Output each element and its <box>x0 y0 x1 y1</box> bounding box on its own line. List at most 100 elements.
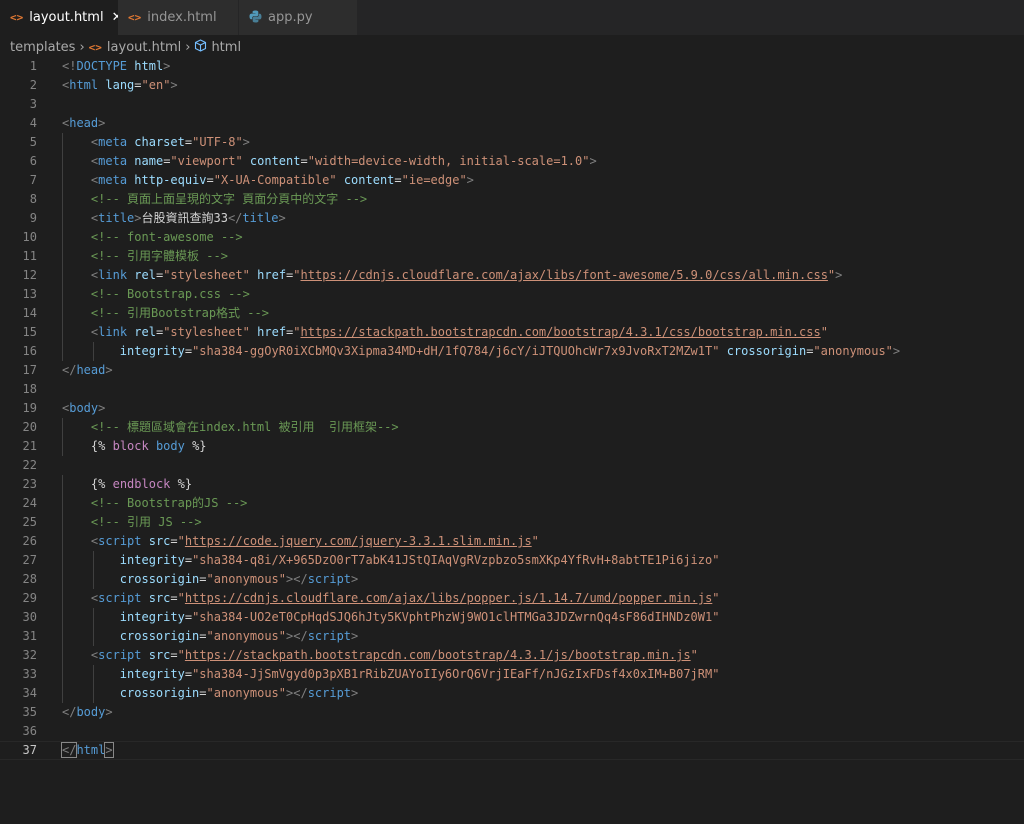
line-number: 15 <box>22 325 37 339</box>
code-line[interactable]: 18 <box>0 380 1024 399</box>
code-line[interactable]: 5 <meta charset="UTF-8"> <box>0 133 1024 152</box>
code-line[interactable]: 19 <body> <box>0 399 1024 418</box>
code-line[interactable]: 30 integrity="sha384-UO2eT0CpHqdSJQ6hJty… <box>0 608 1024 627</box>
tab-index-html[interactable]: <> index.html <box>118 0 238 35</box>
code-line[interactable]: 34 crossorigin="anonymous"></script> <box>0 684 1024 703</box>
code-token: link <box>98 325 128 339</box>
code-token: crossorigin <box>119 686 200 700</box>
code-line[interactable]: 29 <script src="https://cdnjs.cloudflare… <box>0 589 1024 608</box>
code-token: </ <box>62 363 77 377</box>
code-token: > <box>163 59 171 73</box>
code-token: body <box>155 439 185 453</box>
line-number: 7 <box>29 173 37 187</box>
code-token: </ <box>62 705 77 719</box>
code-token: " <box>690 648 698 662</box>
code-token: head <box>76 363 106 377</box>
code-token: = <box>184 610 193 624</box>
code-token: <!-- 標題區域會在index.html 被引用 引用框架--> <box>90 420 399 434</box>
line-number: 16 <box>22 344 37 358</box>
code-token: " <box>293 268 301 282</box>
code-line[interactable]: 26 <script src="https://code.jquery.com/… <box>0 532 1024 551</box>
code-token: <!-- 引用字體模板 --> <box>90 249 228 263</box>
code-line[interactable]: 17 </head> <box>0 361 1024 380</box>
code-line[interactable]: 27 integrity="sha384-q8i/X+965DzO0rT7abK… <box>0 551 1024 570</box>
code-token: > <box>589 154 597 168</box>
code-token: <! <box>62 59 77 73</box>
code-token: > <box>278 211 286 225</box>
code-token: block <box>112 439 149 453</box>
code-token: name <box>134 154 164 168</box>
code-token: "sha384-JjSmVgyd0p3pXB1rRibZUAYoIIy6OrQ6… <box>192 667 720 681</box>
code-line[interactable]: 6 <meta name="viewport" content="width=d… <box>0 152 1024 171</box>
code-token: title <box>242 211 279 225</box>
code-token: content <box>343 173 395 187</box>
code-line[interactable]: 4 <head> <box>0 114 1024 133</box>
code-line[interactable]: 31 crossorigin="anonymous"></script> <box>0 627 1024 646</box>
breadcrumb-file[interactable]: layout.html <box>107 40 181 55</box>
code-line[interactable]: 11 <!-- 引用字體模板 --> <box>0 247 1024 266</box>
line-number: 10 <box>22 230 37 244</box>
code-token: crossorigin <box>119 629 200 643</box>
code-line[interactable]: 3 <box>0 95 1024 114</box>
breadcrumb-symbol[interactable]: html <box>211 40 241 55</box>
code-line[interactable]: 13 <!-- Bootstrap.css --> <box>0 285 1024 304</box>
tab-app-py[interactable]: app.py <box>239 0 357 35</box>
code-line[interactable]: 10 <!-- font-awesome --> <box>0 228 1024 247</box>
code-line[interactable]: 24 <!-- Bootstrap的JS --> <box>0 494 1024 513</box>
code-token: > <box>351 686 359 700</box>
line-number: 4 <box>29 116 37 130</box>
code-line[interactable]: 32 <script src="https://stackpath.bootst… <box>0 646 1024 665</box>
code-token: https://cdnjs.cloudflare.com/ajax/libs/f… <box>300 268 828 282</box>
breadcrumb-folder[interactable]: templates <box>10 40 75 55</box>
code-line[interactable]: 12 <link rel="stylesheet" href="https://… <box>0 266 1024 285</box>
code-line[interactable]: 1 <!DOCTYPE html> <box>0 57 1024 76</box>
code-line[interactable]: 36 <box>0 722 1024 741</box>
code-token: content <box>249 154 301 168</box>
code-token: rel <box>134 268 156 282</box>
line-number: 5 <box>29 135 37 149</box>
code-token: " <box>177 591 185 605</box>
code-token: > <box>104 742 114 758</box>
code-line[interactable]: 21 {% block body %} <box>0 437 1024 456</box>
code-line[interactable]: 20 <!-- 標題區域會在index.html 被引用 引用框架--> <box>0 418 1024 437</box>
code-token: "X-UA-Compatible" <box>213 173 337 187</box>
code-line[interactable]: 25 <!-- 引用 JS --> <box>0 513 1024 532</box>
code-token: html <box>69 78 99 92</box>
code-line[interactable]: 37 </html> <box>0 741 1024 760</box>
code-line[interactable]: 33 integrity="sha384-JjSmVgyd0p3pXB1rRib… <box>0 665 1024 684</box>
code-token: "stylesheet" <box>163 268 250 282</box>
code-text: </body> <box>62 703 113 722</box>
line-number: 26 <box>22 534 37 548</box>
code-token: http-equiv <box>134 173 207 187</box>
code-line[interactable]: 9 <title>台股資訊查詢33</title> <box>0 209 1024 228</box>
code-text: <body> <box>62 399 105 418</box>
code-token: = <box>199 572 207 586</box>
code-line[interactable]: 2 <html lang="en"> <box>0 76 1024 95</box>
line-number: 34 <box>22 686 37 700</box>
code-line[interactable]: 23 {% endblock %} <box>0 475 1024 494</box>
code-line[interactable]: 16 integrity="sha384-ggOyR0iXCbMQv3Xipma… <box>0 342 1024 361</box>
line-number: 18 <box>22 382 37 396</box>
code-line[interactable]: 8 <!-- 頁面上面呈現的文字 頁面分頁中的文字 --> <box>0 190 1024 209</box>
code-line[interactable]: 7 <meta http-equiv="X-UA-Compatible" con… <box>0 171 1024 190</box>
code-line[interactable]: 35 </body> <box>0 703 1024 722</box>
code-token: html <box>134 59 164 73</box>
tab-label: layout.html <box>29 10 104 25</box>
code-token: meta <box>98 154 128 168</box>
code-line[interactable]: 28 crossorigin="anonymous"></script> <box>0 570 1024 589</box>
code-line[interactable]: 15 <link rel="stylesheet" href="https://… <box>0 323 1024 342</box>
code-token: = <box>199 629 207 643</box>
code-line[interactable]: 22 <box>0 456 1024 475</box>
code-token: = <box>300 154 308 168</box>
code-token: > <box>105 363 113 377</box>
code-token: > <box>242 135 250 149</box>
code-text: integrity="sha384-UO2eT0CpHqdSJQ6hJty5KV… <box>62 608 720 627</box>
code-line[interactable]: 14 <!-- 引用Bootstrap格式 --> <box>0 304 1024 323</box>
tab-layout-html[interactable]: <> layout.html ✕ <box>0 0 122 35</box>
